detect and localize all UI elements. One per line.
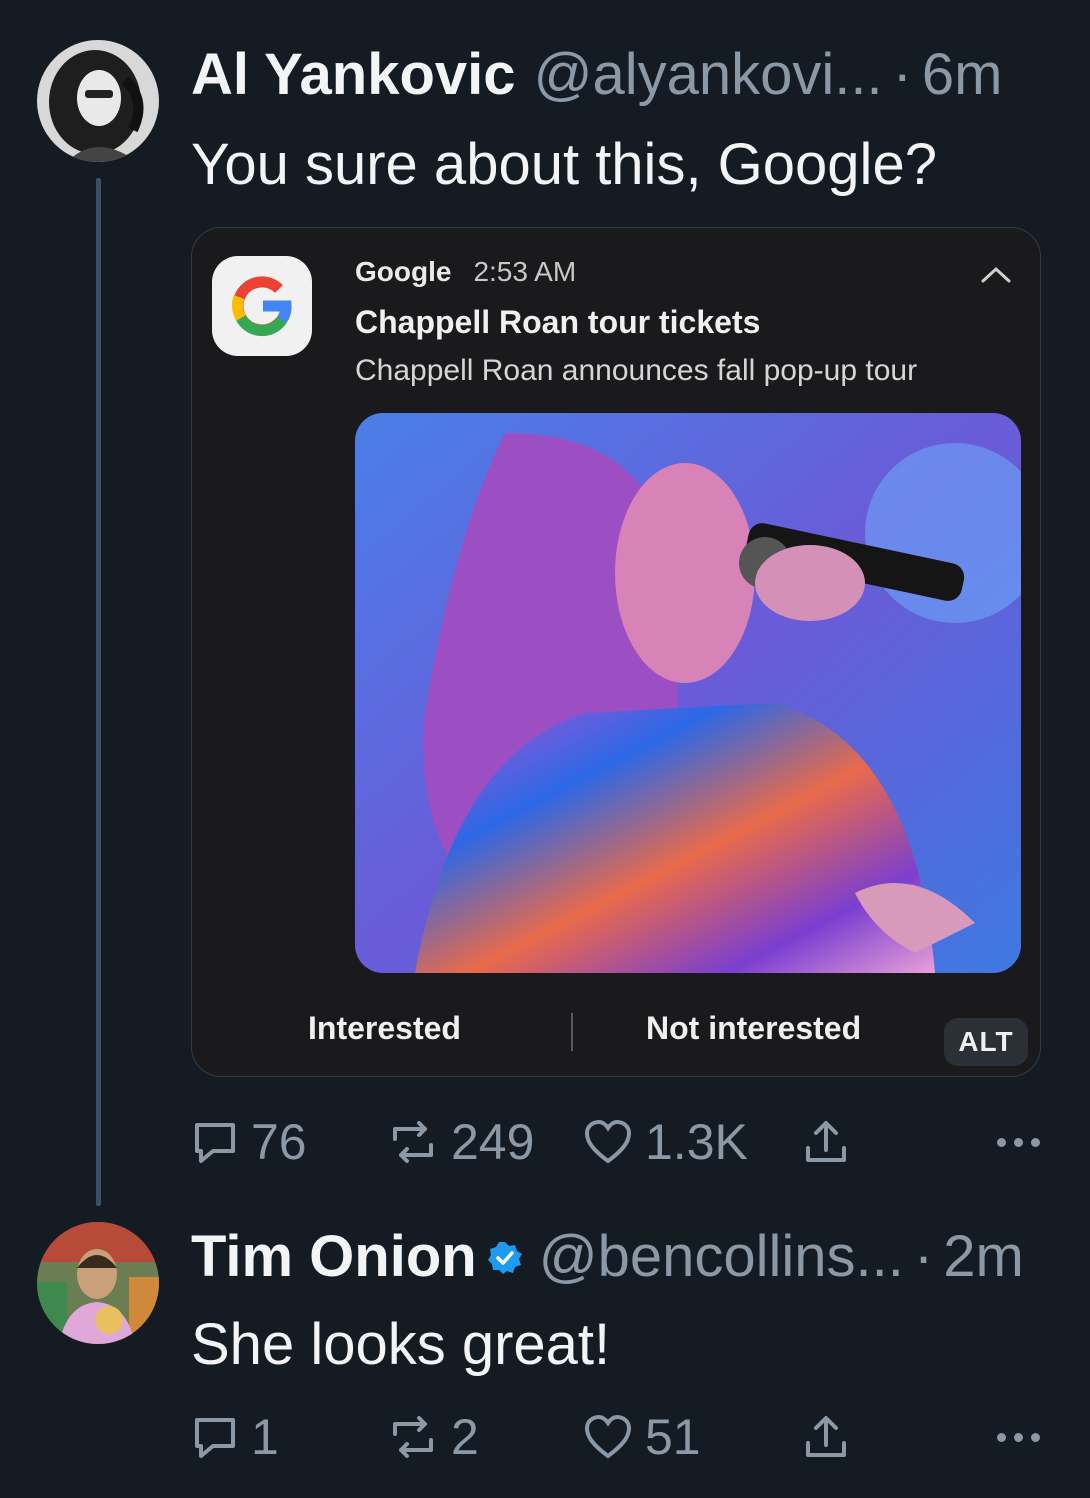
tweet-header: Al Yankovic @alyankovi... · 6m: [191, 40, 1040, 110]
repost-button[interactable]: 249: [387, 1113, 583, 1171]
heart-icon: [584, 1414, 632, 1459]
timestamp[interactable]: 2m: [943, 1222, 1024, 1292]
notification-time: 2:53 AM: [473, 256, 577, 287]
repost-icon: [393, 1121, 433, 1163]
avatar-tim-onion[interactable]: [37, 1222, 159, 1344]
interested-button: Interested: [308, 1010, 461, 1046]
display-name[interactable]: Tim Onion: [191, 1222, 477, 1292]
like-button[interactable]: 1.3K: [583, 1113, 803, 1171]
notification-meta: Google 2:53 AM: [355, 256, 576, 288]
more-icon[interactable]: [997, 1432, 1040, 1442]
tweet-text: She looks great!: [191, 1312, 611, 1377]
timestamp[interactable]: 6m: [922, 40, 1003, 110]
user-handle[interactable]: @bencollins...: [539, 1222, 904, 1292]
share-icon: [806, 1416, 846, 1457]
repost-count: 249: [451, 1114, 535, 1170]
like-count: 1.3K: [645, 1114, 748, 1170]
reply-count: 76: [251, 1114, 307, 1170]
tweet-actions: 76 249 1.3K: [191, 1112, 1040, 1172]
repost-icon: [393, 1416, 433, 1458]
tweet-actions: 1 2 51: [191, 1407, 1040, 1467]
share-icon: [806, 1121, 846, 1162]
notification-title: Chappell Roan tour tickets: [355, 304, 761, 340]
reply-icon: [195, 1123, 235, 1163]
notification-app-name: Google: [355, 256, 452, 287]
action-divider: [571, 1013, 573, 1051]
more-icon[interactable]: [997, 1137, 1040, 1147]
share-button[interactable]: [803, 1118, 861, 1166]
display-name[interactable]: Al Yankovic: [191, 40, 516, 110]
repost-button[interactable]: 2: [387, 1408, 583, 1466]
not-interested-button: Not interested: [646, 1010, 862, 1046]
tweet-media[interactable]: Google 2:53 AM Chappell Roan tour ticket…: [191, 227, 1041, 1077]
tweet-text: You sure about this, Google?: [191, 132, 937, 197]
reply-button[interactable]: 76: [191, 1113, 387, 1171]
separator-dot: ·: [892, 42, 912, 107]
alt-text-badge[interactable]: ALT: [944, 1018, 1028, 1066]
verified-badge-icon: [487, 1222, 523, 1292]
like-count: 51: [645, 1409, 701, 1465]
separator-dot: ·: [913, 1224, 934, 1289]
repost-count: 2: [451, 1409, 479, 1465]
reply-count: 1: [251, 1409, 279, 1465]
chevron-up-icon: [980, 264, 1012, 289]
concert-photo: [355, 413, 1021, 973]
tweet-header: Tim Onion @bencollins... · 2m: [191, 1222, 1040, 1292]
user-handle[interactable]: @alyankovi...: [534, 40, 883, 110]
google-app-icon: [212, 256, 312, 356]
thread-line: [96, 178, 101, 1206]
reply-icon: [195, 1418, 235, 1458]
heart-icon: [584, 1119, 632, 1164]
notification-body: Chappell Roan announces fall pop-up tour: [355, 354, 918, 387]
avatar-al-yankovic[interactable]: [37, 40, 159, 162]
reply-button[interactable]: 1: [191, 1408, 387, 1466]
like-button[interactable]: 51: [583, 1408, 803, 1466]
share-button[interactable]: [803, 1413, 861, 1461]
